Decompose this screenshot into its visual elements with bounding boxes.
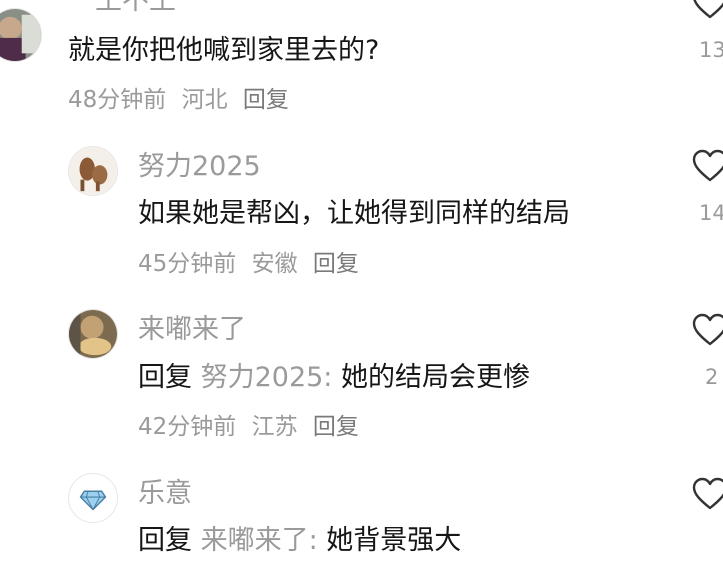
heart-outline-icon[interactable]: [692, 0, 723, 20]
comment-list: 一土不土 就是你把他喊到家里去的? 48分钟前 河北 回复 13 努力2025 …: [0, 0, 723, 561]
reply-button[interactable]: 回复: [313, 251, 359, 277]
avatar[interactable]: [68, 146, 118, 196]
comment-location: 安徽: [251, 251, 298, 277]
like-count: 13: [699, 38, 723, 62]
heart-outline-icon[interactable]: [692, 149, 723, 183]
comment-time: 48分钟前: [68, 87, 167, 113]
avatar[interactable]: [0, 8, 42, 62]
reply-target-user[interactable]: 努力2025:: [201, 362, 333, 393]
like-count: 14: [699, 201, 723, 225]
comment-text: 回复 来嘟来了: 她背景强大: [138, 524, 461, 558]
avatar-image: [69, 310, 117, 358]
comment-text: 如果她是帮凶，让她得到同样的结局: [138, 198, 570, 229]
comment-text: 就是你把他喊到家里去的?: [68, 35, 380, 66]
comment-text: 回复 努力2025: 她的结局会更惨: [138, 361, 530, 395]
reply-target-user[interactable]: 来嘟来了:: [201, 525, 318, 556]
comment-time: 45分钟前: [138, 251, 237, 277]
avatar-image: [0, 9, 41, 61]
comment-time: 42分钟前: [138, 414, 237, 440]
comment-username[interactable]: 一土不土: [68, 0, 176, 18]
heart-outline-icon[interactable]: [692, 477, 723, 511]
comment-meta: 48分钟前 河北 回复: [68, 85, 297, 115]
like-count: 2: [705, 365, 719, 389]
reply-prefix: 回复: [138, 525, 192, 556]
comment-meta: 45分钟前 安徽 回复: [138, 249, 367, 279]
heart-outline-icon[interactable]: [692, 313, 723, 347]
comment-username[interactable]: 努力2025: [138, 150, 261, 184]
avatar-image: [69, 147, 117, 195]
avatar[interactable]: [68, 309, 118, 359]
comment-username[interactable]: 来嘟来了: [138, 313, 246, 347]
comment-meta: 42分钟前 江苏 回复: [138, 412, 367, 442]
reply-button[interactable]: 回复: [243, 87, 289, 113]
comment-username[interactable]: 乐意: [138, 477, 192, 511]
reply-button[interactable]: 回复: [313, 414, 359, 440]
reply-prefix: 回复: [138, 362, 192, 393]
reply-body: 她的结局会更惨: [341, 362, 530, 393]
comment-location: 河北: [181, 87, 228, 113]
avatar[interactable]: [68, 473, 118, 523]
avatar-image: [69, 474, 117, 522]
reply-body: 她背景强大: [326, 525, 462, 556]
comment-location: 江苏: [251, 414, 298, 440]
